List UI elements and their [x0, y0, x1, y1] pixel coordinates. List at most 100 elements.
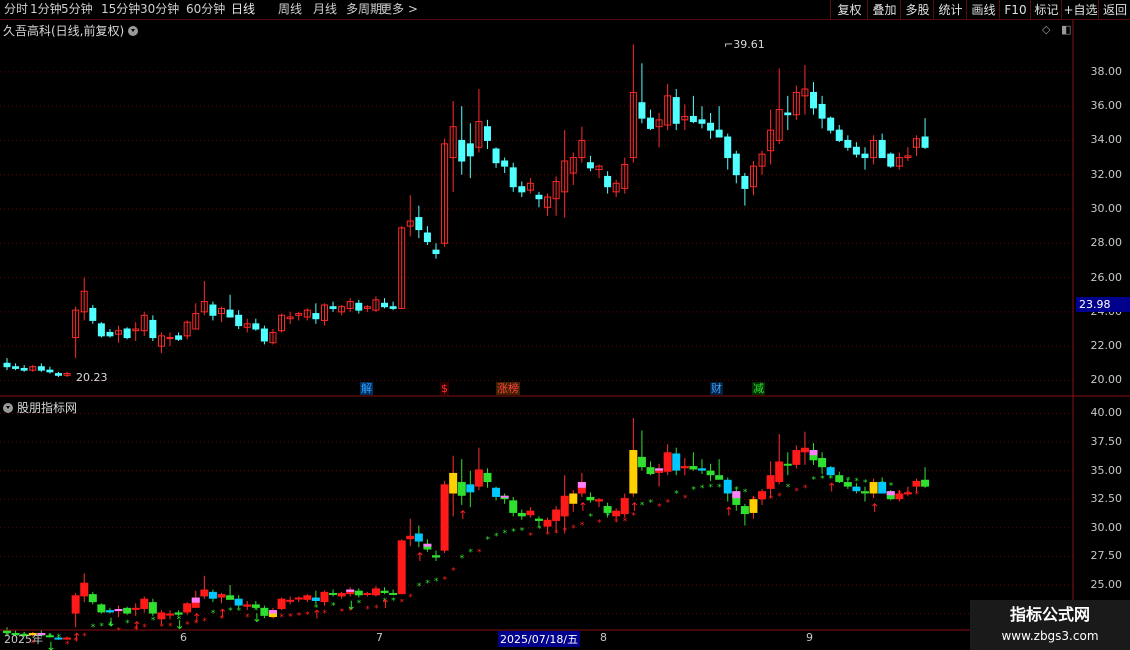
toolbar-right-8[interactable]: 返回 — [1098, 0, 1130, 19]
high-arrow-icon: ⌐ — [724, 38, 734, 51]
sub-candle-body — [895, 493, 904, 500]
sub-candle-body — [921, 479, 930, 487]
trail-dot: * — [314, 603, 319, 613]
sub-candle-body — [517, 512, 526, 517]
toolbar-item-4[interactable]: 30分钟 — [140, 1, 179, 17]
candle-body — [784, 112, 792, 116]
trail-dot: * — [537, 524, 542, 534]
trail-dot: * — [108, 621, 113, 631]
sub-y-tick: 37.50 — [1090, 435, 1123, 449]
trail-dot: * — [674, 490, 679, 500]
sub-candle-body — [45, 635, 54, 638]
sub-candle-body — [63, 637, 72, 640]
toolbar-item-10[interactable]: 更多 > — [380, 1, 418, 17]
candle-body — [3, 362, 11, 368]
candle-body — [887, 153, 895, 167]
toolbar-right-5[interactable]: F10 — [999, 0, 1031, 19]
sub-candle-body — [311, 597, 320, 601]
sub-candle-highlight — [268, 610, 277, 614]
sub-y-tick: 25.00 — [1090, 577, 1123, 591]
sub-candle-body — [406, 535, 415, 540]
candle-body — [621, 163, 629, 189]
candle-body — [106, 331, 114, 337]
x-axis-label: 2025/07/18/五 — [498, 631, 581, 647]
trail-dot: * — [691, 486, 696, 496]
toolbar-item-6[interactable]: 日线 — [231, 1, 255, 17]
sub-candle-body — [612, 510, 621, 517]
event-marker-1[interactable]: $ — [440, 382, 449, 395]
dropdown-circle-icon[interactable] — [128, 26, 139, 36]
dropdown-circle-icon[interactable] — [3, 403, 13, 413]
candle-body — [483, 126, 491, 141]
trail-dot: * — [906, 490, 911, 500]
candle-body — [235, 314, 243, 327]
candle-body — [732, 153, 740, 176]
toolbar-item-0[interactable]: 分时 — [4, 1, 28, 17]
panel-toggle-icon[interactable]: ◧ — [1061, 23, 1071, 36]
sub-candle-body — [637, 456, 646, 468]
sub-candle-highlight — [346, 589, 355, 592]
toolbar-item-9[interactable]: 多周期 — [346, 1, 382, 17]
event-marker-4[interactable]: 减 — [752, 382, 765, 395]
sell-arrow-icon: ↓ — [252, 611, 262, 625]
sub-candle-body — [166, 613, 175, 616]
x-axis-label: 9 — [806, 631, 813, 644]
buy-arrow-icon: ↑ — [381, 597, 391, 611]
sub-candle-body — [689, 466, 698, 470]
toolbar-right-0[interactable]: 复权 — [830, 0, 868, 19]
sub-candle-body — [629, 450, 638, 494]
toolbar-item-1[interactable]: 1分钟 — [30, 1, 62, 17]
toolbar-right-7[interactable]: +自选 — [1061, 0, 1099, 19]
sub-candle-body — [217, 594, 226, 598]
toolbar-item-2[interactable]: 5分钟 — [61, 1, 93, 17]
event-marker-0[interactable]: 解 — [360, 382, 373, 395]
sub-candle-body — [286, 599, 295, 602]
sub-candle-body — [740, 506, 749, 515]
trail-dot: * — [262, 607, 267, 617]
candle-body — [861, 153, 869, 159]
sub-candle-body — [123, 607, 132, 614]
toolbar-item-7[interactable]: 周线 — [278, 1, 302, 17]
diamond-icon[interactable]: ◇ — [1042, 23, 1050, 36]
candle-body — [200, 301, 208, 313]
sub-candle-body — [758, 491, 767, 500]
toolbar-right-6[interactable]: 标记 — [1030, 0, 1062, 19]
trail-dot: * — [803, 484, 808, 494]
candle-body — [209, 304, 217, 316]
toolbar-right-3[interactable]: 统计 — [933, 0, 967, 19]
sub-candle-body — [457, 482, 466, 496]
candle-body — [415, 217, 423, 231]
trail-dot: * — [649, 498, 654, 508]
candle-body — [278, 314, 286, 332]
sub-candle-body — [251, 604, 260, 608]
sell-arrow-icon: ↓ — [346, 598, 356, 612]
stock-title: 久吾高科(日线,前复权) — [3, 24, 125, 38]
trail-dot: * — [700, 484, 705, 494]
toolbar-right-4[interactable]: 画线 — [966, 0, 1000, 19]
trail-dot: * — [305, 611, 310, 621]
candle-body — [492, 148, 500, 164]
sub-candle-body — [131, 607, 140, 610]
buy-arrow-icon: ↑ — [458, 508, 468, 522]
sub-candle-body — [577, 482, 586, 494]
sub-candle-highlight — [809, 450, 818, 456]
event-marker-2[interactable]: 涨榜 — [496, 382, 520, 395]
event-marker-3[interactable]: 财 — [710, 382, 723, 395]
toolbar-item-5[interactable]: 60分钟 — [186, 1, 225, 17]
sub-candle-body — [397, 540, 406, 595]
trail-dot: * — [134, 625, 139, 635]
candle-body — [166, 337, 174, 340]
trail-dot: * — [425, 579, 430, 589]
toolbar-item-8[interactable]: 月线 — [313, 1, 337, 17]
sub-candle-body — [423, 543, 432, 550]
candle-body — [535, 194, 543, 200]
toolbar-item-3[interactable]: 15分钟 — [101, 1, 140, 17]
toolbar-right-1[interactable]: 叠加 — [867, 0, 901, 19]
sub-candle-body — [260, 607, 269, 616]
candle-body — [338, 306, 346, 313]
trail-dot: * — [288, 612, 293, 622]
candle-body — [569, 157, 577, 174]
toolbar-right-2[interactable]: 多股 — [900, 0, 934, 19]
candle-body — [89, 307, 97, 321]
sub-candle-body — [766, 475, 775, 489]
